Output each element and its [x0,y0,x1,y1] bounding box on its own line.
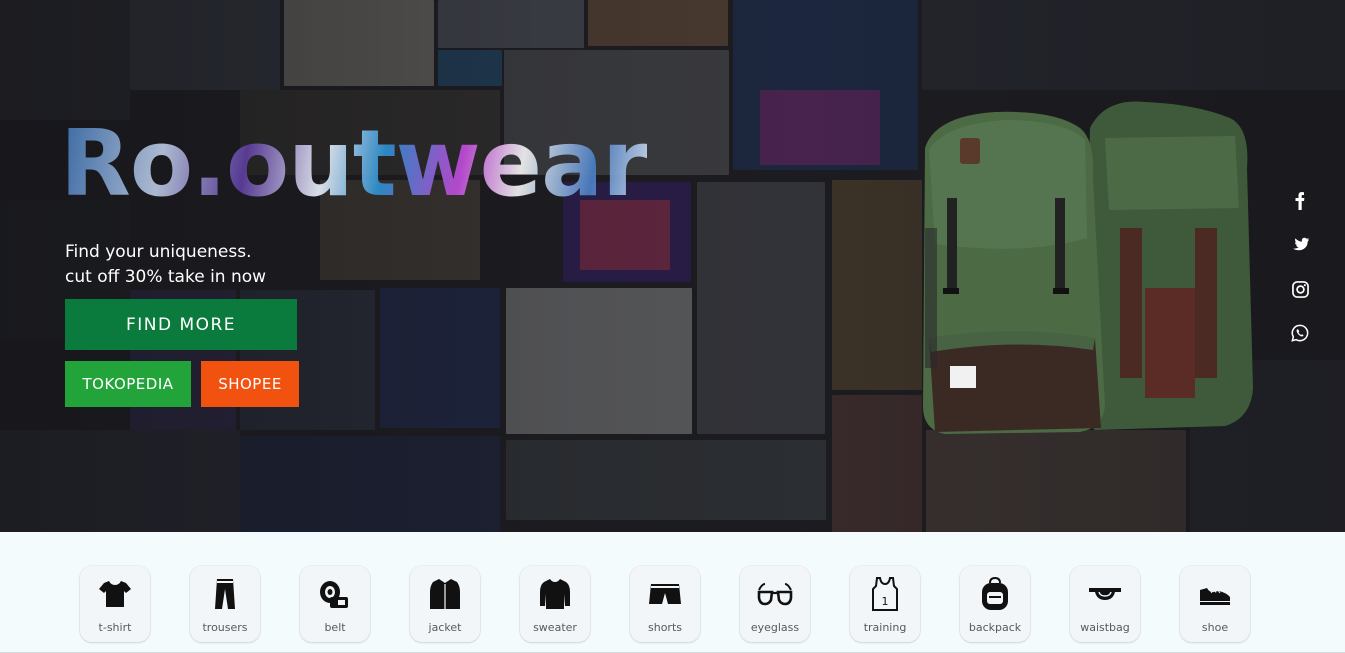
category-label: eyeglass [750,621,800,634]
category-label: shorts [648,621,682,634]
instagram-icon[interactable] [1285,274,1315,304]
category-belt[interactable]: belt [300,566,370,642]
category-shorts[interactable]: shorts [630,566,700,642]
category-label: t-shirt [98,621,132,634]
shorts-icon [649,584,681,604]
shoe-icon [1200,588,1230,605]
backpack-icon [982,576,1008,610]
facebook-icon[interactable] [1285,186,1315,216]
tagline: Find your uniqueness. cut off 30% take i… [65,240,266,290]
category-label: belt [324,621,346,634]
category-label: shoe [1201,621,1229,634]
category-bar: t-shirt trousers belt jacket sweater sho… [0,532,1345,653]
category-label: jacket [428,621,462,634]
category-tshirt[interactable]: t-shirt [80,566,150,642]
brand-logo-text: Ro.outwear [60,110,648,217]
belt-icon [320,581,348,608]
category-training[interactable]: 1 training [850,566,920,642]
category-backpack[interactable]: backpack [960,566,1030,642]
training-icon: 1 [872,577,898,611]
waistbag-icon [1089,588,1121,600]
category-label: training [863,621,907,634]
tagline-line-1: Find your uniqueness. [65,242,252,262]
category-label: trousers [202,621,248,634]
category-label: waistbag [1080,621,1130,634]
category-trousers[interactable]: trousers [190,566,260,642]
twitter-icon[interactable] [1285,230,1315,260]
category-waistbag[interactable]: waistbag [1070,566,1140,642]
category-shoe[interactable]: shoe [1180,566,1250,642]
trousers-icon [215,579,235,609]
jacket-icon [430,579,460,609]
category-label: sweater [533,621,577,634]
category-eyeglass[interactable]: eyeglass [740,566,810,642]
category-sweater[interactable]: sweater [520,566,590,642]
tshirt-icon [99,581,131,607]
category-jacket[interactable]: jacket [410,566,480,642]
shopee-button[interactable]: SHOPEE [201,361,299,407]
hero-banner: Ro.outwear Find your uniqueness. cut off… [0,0,1345,532]
sweater-icon [540,579,570,609]
category-label: backpack [968,621,1022,634]
whatsapp-icon[interactable] [1285,318,1315,348]
backpack-product-image [923,101,1253,435]
find-more-button[interactable]: FIND MORE [65,299,297,350]
svg-text:1: 1 [882,595,889,608]
tagline-line-2: cut off 30% take in now [65,267,267,287]
eyeglass-icon [757,583,793,606]
tokopedia-button[interactable]: TOKOPEDIA [65,361,191,407]
social-links [1285,186,1315,362]
